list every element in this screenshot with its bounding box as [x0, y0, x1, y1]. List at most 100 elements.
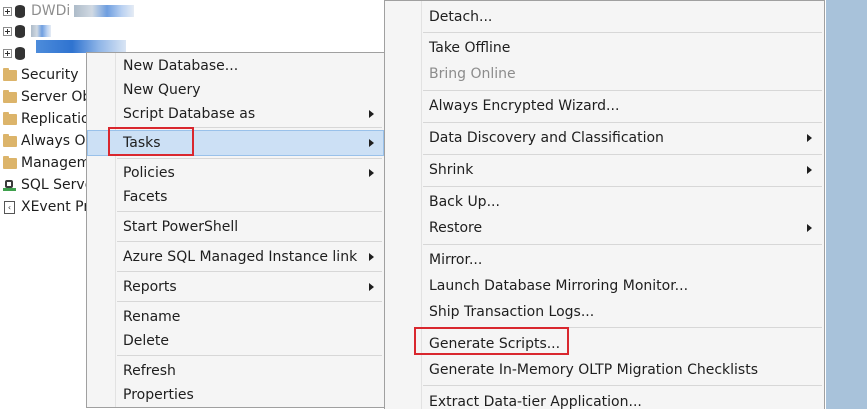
menu-separator: [423, 122, 822, 123]
expand-icon[interactable]: [3, 6, 12, 16]
sql-agent-icon: [3, 179, 16, 192]
menu-separator: [423, 154, 822, 155]
menu-item-azure-sql-mi-link[interactable]: Azure SQL Managed Instance link: [87, 245, 384, 269]
tree-node-label: Always On: [21, 133, 95, 149]
menu-item-label: New Query: [123, 82, 201, 98]
menu-item-ship-transaction-logs[interactable]: Ship Transaction Logs...: [385, 300, 824, 324]
menu-item-label: Reports: [123, 279, 177, 295]
menu-item-label: Restore: [429, 220, 483, 236]
redacted-text: [74, 5, 135, 17]
expand-icon[interactable]: [3, 48, 12, 58]
submenu-arrow-icon: [369, 169, 374, 177]
menu-item-new-database[interactable]: New Database...: [87, 54, 384, 78]
background-panel: [826, 0, 867, 409]
menu-item-data-discovery-classification[interactable]: Data Discovery and Classification: [385, 126, 824, 150]
menu-item-reports[interactable]: Reports: [87, 275, 384, 299]
folder-icon: [3, 111, 17, 125]
menu-item-generate-inmemory-oltp-checklists[interactable]: Generate In-Memory OLTP Migration Checkl…: [385, 358, 824, 382]
menu-item-label: Back Up...: [429, 194, 500, 210]
tree-node-label: Replicatio: [21, 111, 90, 127]
menu-item-label: Launch Database Mirroring Monitor...: [429, 278, 689, 294]
menu-item-label: Policies: [123, 165, 175, 181]
database-icon: [15, 4, 25, 18]
menu-item-start-powershell[interactable]: Start PowerShell: [87, 215, 384, 239]
menu-item-label: Start PowerShell: [123, 219, 239, 235]
menu-separator: [117, 271, 382, 272]
expand-icon[interactable]: [3, 26, 12, 36]
menu-item-label: Bring Online: [429, 66, 516, 82]
menu-item-detach[interactable]: Detach...: [385, 5, 824, 29]
tree-node-label: Managem: [21, 155, 91, 171]
menu-item-back-up[interactable]: Back Up...: [385, 190, 824, 214]
menu-item-label: Always Encrypted Wizard...: [429, 98, 620, 114]
tasks-highlight-box: [108, 127, 194, 156]
menu-item-label: Refresh: [123, 363, 176, 379]
menu-item-restore[interactable]: Restore: [385, 216, 824, 240]
menu-item-label: Script Database as: [123, 106, 256, 122]
database-icon: [15, 24, 25, 38]
folder-icon: [3, 67, 17, 81]
menu-item-launch-mirroring-monitor[interactable]: Launch Database Mirroring Monitor...: [385, 274, 824, 298]
menu-separator: [423, 32, 822, 33]
menu-item-take-offline[interactable]: Take Offline: [385, 36, 824, 60]
tree-node-database-1[interactable]: DWDi: [0, 0, 135, 22]
menu-item-mirror[interactable]: Mirror...: [385, 248, 824, 272]
xevent-icon: ‹: [4, 200, 15, 214]
menu-item-label: Mirror...: [429, 252, 483, 268]
redacted-text: [31, 25, 51, 37]
menu-separator: [423, 385, 822, 386]
menu-item-extract-data-tier-application[interactable]: Extract Data-tier Application...: [385, 390, 824, 414]
submenu-arrow-icon: [807, 166, 812, 174]
menu-item-label: Ship Transaction Logs...: [429, 304, 595, 320]
menu-item-label: Extract Data-tier Application...: [429, 394, 642, 410]
submenu-arrow-icon: [807, 224, 812, 232]
menu-item-new-query[interactable]: New Query: [87, 78, 384, 102]
menu-item-bring-online: Bring Online: [385, 62, 824, 86]
tree-node-sql-server-agent[interactable]: SQL Serve: [0, 174, 93, 196]
menu-separator: [117, 158, 382, 159]
menu-item-label: Azure SQL Managed Instance link: [123, 249, 358, 265]
menu-item-label: Facets: [123, 189, 168, 205]
submenu-arrow-icon: [369, 139, 374, 147]
menu-separator: [117, 355, 382, 356]
tree-node-replication[interactable]: Replicatio: [0, 108, 90, 130]
menu-item-policies[interactable]: Policies: [87, 161, 384, 185]
menu-item-properties[interactable]: Properties: [87, 383, 384, 407]
menu-item-script-database-as[interactable]: Script Database as: [87, 102, 384, 126]
database-icon: [15, 46, 25, 60]
menu-separator: [117, 211, 382, 212]
database-context-menu: New Database... New Query Script Databas…: [86, 52, 385, 408]
menu-item-rename[interactable]: Rename: [87, 305, 384, 329]
tree-node-management[interactable]: Managem: [0, 152, 90, 174]
submenu-arrow-icon: [369, 283, 374, 291]
menu-item-label: Take Offline: [429, 40, 511, 56]
submenu-arrow-icon: [369, 253, 374, 261]
tree-node-database-2[interactable]: [0, 20, 51, 42]
tree-node-database-selected[interactable]: [0, 42, 31, 64]
object-explorer-tree: DWDi Security Server Obj Replicatio Alwa…: [0, 0, 135, 409]
tree-node-xevent-profiler[interactable]: ‹ XEvent Pro: [0, 196, 97, 218]
menu-separator: [117, 301, 382, 302]
menu-item-refresh[interactable]: Refresh: [87, 359, 384, 383]
tree-node-server-objects[interactable]: Server Obj: [0, 86, 95, 108]
submenu-arrow-icon: [369, 110, 374, 118]
menu-separator: [117, 241, 382, 242]
menu-item-facets[interactable]: Facets: [87, 185, 384, 209]
menu-item-label: Rename: [123, 309, 181, 325]
menu-item-label: Properties: [123, 387, 194, 403]
menu-separator: [423, 186, 822, 187]
tree-node-security[interactable]: Security: [0, 64, 79, 86]
submenu-arrow-icon: [807, 134, 812, 142]
menu-item-label: New Database...: [123, 58, 239, 74]
menu-item-delete[interactable]: Delete: [87, 329, 384, 353]
menu-item-shrink[interactable]: Shrink: [385, 158, 824, 182]
folder-icon: [3, 155, 17, 169]
menu-item-always-encrypted-wizard[interactable]: Always Encrypted Wizard...: [385, 94, 824, 118]
tree-node-label: SQL Serve: [21, 177, 94, 193]
menu-separator: [423, 90, 822, 91]
menu-item-label: Detach...: [429, 9, 493, 25]
tree-node-always-on[interactable]: Always On: [0, 130, 94, 152]
menu-item-label: Shrink: [429, 162, 474, 178]
tree-node-label: Security: [21, 67, 79, 83]
menu-item-label: Data Discovery and Classification: [429, 130, 664, 146]
